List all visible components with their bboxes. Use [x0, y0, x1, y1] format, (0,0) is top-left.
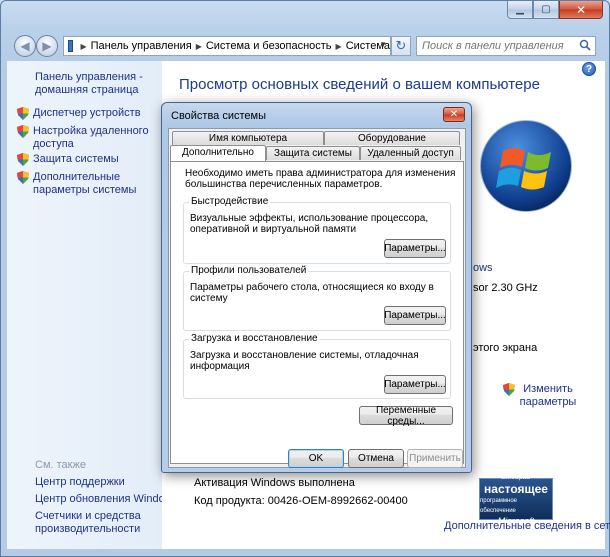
sidebar-item-system-protection[interactable]: Защита системы [17, 153, 119, 166]
badge-line: Выбирай [501, 473, 531, 481]
windows-flag-icon [496, 148, 551, 190]
tab-hardware[interactable]: Оборудование [324, 131, 460, 145]
breadcrumb-separator-icon: ▶ [80, 41, 87, 51]
performance-settings-button[interactable]: Параметры... [384, 239, 446, 258]
system-properties-dialog: Свойства системы ✕ Имя компьютера Оборуд… [161, 102, 472, 473]
dialog-title: Свойства системы [171, 110, 267, 122]
sidebar-item-advanced-settings[interactable]: Дополнительные параметры системы [17, 171, 157, 197]
advanced-tab-panel: Необходимо иметь права администратора дл… [170, 161, 464, 464]
shield-icon [17, 153, 29, 166]
startup-recovery-settings-button[interactable]: Параметры... [384, 375, 446, 394]
breadcrumb-label: Система и безопасность [205, 40, 332, 52]
user-profiles-group: Профили пользователей Параметры рабочего… [183, 265, 451, 331]
address-bar[interactable]: ▶ Панель управления ▶ Система и безопасно… [63, 36, 391, 56]
tab-advanced[interactable]: Дополнительно [170, 145, 266, 161]
startup-recovery-group: Загрузка и восстановление Загрузка и вос… [183, 333, 451, 399]
dialog-body: Имя компьютера Оборудование Дополнительн… [168, 128, 466, 468]
group-label: Быстродействие [189, 196, 271, 207]
group-description: Визуальные эффекты, использование процес… [190, 213, 429, 235]
sidebar-item-label: Защита системы [33, 153, 119, 165]
cancel-button[interactable]: Отмена [348, 449, 404, 468]
maximize-button[interactable]: ▢ [533, 1, 559, 19]
change-settings-link[interactable]: Изменить параметры [503, 383, 578, 409]
breadcrumb-separator-icon: ▶ [195, 41, 202, 51]
search-icon[interactable] [579, 39, 591, 51]
sidebar-item-device-manager[interactable]: Диспетчер устройств [17, 107, 141, 120]
genuine-microsoft-badge[interactable]: Выбирай настоящее программное обеспечени… [479, 474, 553, 526]
change-settings-label: Изменить параметры [519, 383, 577, 408]
sidebar-item-label: Диспетчер устройств [33, 107, 141, 119]
shield-icon [17, 171, 29, 184]
forward-button[interactable]: ▶ [36, 35, 58, 57]
group-label: Профили пользователей [189, 265, 309, 276]
badge-line: программное обеспечение [480, 497, 518, 514]
page-title: Просмотр основных сведений о вашем компь… [179, 76, 540, 93]
sidebar-item-label: Дополнительные параметры системы [33, 171, 137, 196]
breadcrumb-system-security[interactable]: Система и безопасность ▶ [206, 40, 346, 52]
dialog-close-button[interactable]: ✕ [443, 107, 465, 122]
see-also-heading: См. также [35, 459, 86, 471]
arrow-left-icon: ◀ [20, 39, 30, 53]
see-also-performance-tools[interactable]: Счетчики и средства производительности [35, 510, 155, 536]
breadcrumb-label: Панель управления [90, 40, 192, 52]
tab-system-protection[interactable]: Защита системы [266, 146, 360, 160]
control-panel-home-link[interactable]: Панель управления - домашняя страница [35, 71, 155, 97]
shield-icon [17, 107, 29, 120]
help-icon[interactable]: ? [582, 62, 596, 76]
ok-button[interactable]: OK [288, 449, 344, 468]
see-also-action-center[interactable]: Центр поддержки [35, 476, 125, 489]
tab-remote[interactable]: Удаленный доступ [360, 146, 461, 160]
windows-edition-partial: ows [473, 262, 493, 274]
screen-partial: этого экрана [473, 342, 538, 354]
windows-logo [480, 120, 572, 212]
sidebar-item-remote-settings[interactable]: Настройка удаленного доступа [17, 125, 157, 151]
processor-partial: sor 2.30 GHz [473, 282, 538, 294]
shield-icon [503, 383, 515, 396]
user-profiles-settings-button[interactable]: Параметры... [384, 306, 446, 325]
activation-status: Активация Windows выполнена [194, 477, 355, 489]
chevron-down-icon[interactable]: ▼ [379, 40, 387, 49]
breadcrumb-separator-icon: ▶ [335, 41, 342, 51]
shield-icon [17, 125, 29, 138]
tab-computer-name[interactable]: Имя компьютера [172, 131, 324, 145]
group-label: Загрузка и восстановление [189, 333, 320, 344]
more-info-online-link[interactable]: Дополнительные сведения в сети... [444, 520, 610, 532]
back-button[interactable]: ◀ [14, 35, 36, 57]
performance-group: Быстродействие Визуальные эффекты, испол… [183, 196, 451, 264]
control-panel-icon [68, 40, 74, 52]
refresh-icon: ↻ [395, 38, 407, 53]
environment-variables-button[interactable]: Переменные среды... [359, 405, 453, 427]
arrow-right-icon: ▶ [42, 39, 52, 53]
admin-rights-note: Необходимо иметь права администратора дл… [185, 168, 456, 190]
product-code: Код продукта: 00426-OEM-8992662-00400 [194, 495, 408, 507]
window-controls: ▁ ▢ ✕ [507, 1, 603, 19]
apply-button[interactable]: Применить [407, 449, 463, 468]
sidebar-item-label: Настройка удаленного доступа [33, 125, 149, 150]
breadcrumb-control-panel[interactable]: Панель управления ▶ [91, 40, 206, 52]
minimize-button[interactable]: ▁ [507, 1, 533, 19]
group-description: Загрузка и восстановление системы, отлад… [190, 350, 419, 372]
search-input[interactable] [422, 40, 572, 52]
close-button[interactable]: ✕ [559, 1, 603, 19]
badge-line: настоящее [484, 481, 548, 496]
see-also-windows-update[interactable]: Центр обновления Windows [35, 493, 178, 506]
search-box[interactable] [416, 36, 596, 56]
group-description: Параметры рабочего стола, относящиеся ко… [190, 282, 434, 304]
refresh-button[interactable]: ↻ [391, 36, 411, 56]
